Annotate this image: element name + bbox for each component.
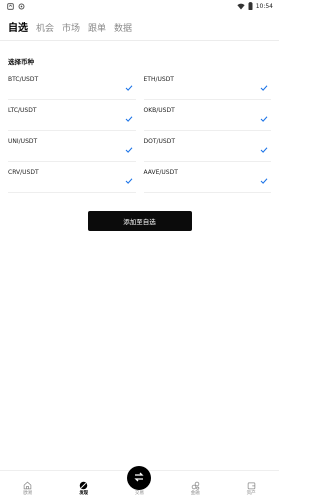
checkmark-icon	[125, 178, 133, 184]
coin-label: CRV/USDT	[8, 168, 39, 176]
coin-label: DOT/USDT	[143, 137, 176, 145]
coin-label: AAVE/USDT	[143, 168, 178, 176]
nav-label: 交易	[134, 490, 144, 496]
tab-watchlist[interactable]: 自选	[8, 24, 28, 34]
coin-label: OKB/USDT	[143, 106, 175, 114]
checkmark-icon	[125, 147, 133, 153]
bottom-nav: 欧易 发现 交易 金融 资产	[0, 465, 279, 500]
status-time: 10:54	[255, 2, 273, 10]
debug-icon	[18, 3, 25, 10]
finance-icon	[191, 481, 200, 492]
coin-option-aave[interactable]: AAVE/USDT	[143, 162, 271, 193]
checkmark-icon	[125, 85, 133, 91]
coin-option-uni[interactable]: UNI/USDT	[8, 131, 136, 162]
coin-option-crv[interactable]: CRV/USDT	[8, 162, 136, 193]
status-bar: 10:54	[0, 0, 279, 12]
checkmark-icon	[125, 116, 133, 122]
home-icon	[23, 481, 32, 492]
top-tabs: 自选 机会 市场 跟单 数据	[0, 12, 279, 34]
wifi-icon	[237, 3, 245, 10]
nav-item-home[interactable]: 欧易	[0, 481, 55, 497]
coin-grid: BTC/USDT ETH/USDT LTC/USDT OKB/USDT UNI/…	[0, 69, 279, 193]
coin-label: LTC/USDT	[8, 106, 37, 114]
status-right: 10:54	[237, 2, 273, 10]
nav-label: 金融	[190, 490, 200, 496]
checkmark-icon	[260, 147, 268, 153]
add-button-wrap: 添加至自选	[0, 211, 279, 231]
nav-label: 欧易	[23, 490, 33, 496]
battery-icon	[248, 2, 253, 10]
notification-icon	[7, 2, 14, 10]
nav-label: 资产	[246, 490, 256, 496]
coin-option-btc[interactable]: BTC/USDT	[8, 69, 136, 100]
coin-label: ETH/USDT	[143, 75, 174, 83]
nav-item-trade[interactable]: 交易	[112, 465, 167, 497]
tab-opportunity[interactable]: 机会	[36, 25, 54, 34]
checkmark-icon	[260, 85, 268, 91]
checkmark-icon	[260, 178, 268, 184]
nav-item-discover[interactable]: 发现	[56, 481, 111, 497]
coin-option-okb[interactable]: OKB/USDT	[143, 100, 271, 131]
tab-market[interactable]: 市场	[62, 25, 80, 34]
nav-item-assets[interactable]: 资产	[224, 481, 279, 497]
coin-option-ltc[interactable]: LTC/USDT	[8, 100, 136, 131]
coin-label: BTC/USDT	[8, 75, 39, 83]
nav-label: 发现	[79, 490, 89, 496]
add-to-watchlist-button[interactable]: 添加至自选	[87, 211, 192, 231]
section-title: 选择币种	[8, 58, 34, 66]
wallet-icon	[247, 481, 256, 492]
coin-option-eth[interactable]: ETH/USDT	[143, 69, 271, 100]
discover-icon	[79, 481, 88, 492]
checkmark-icon	[260, 116, 268, 122]
coin-option-dot[interactable]: DOT/USDT	[143, 131, 271, 162]
tab-copy-trading[interactable]: 跟单	[88, 25, 106, 34]
coin-label: UNI/USDT	[8, 137, 38, 145]
trade-swap-icon	[127, 465, 152, 490]
tab-data[interactable]: 数据	[114, 25, 132, 34]
status-left	[7, 2, 25, 10]
nav-item-finance[interactable]: 金融	[168, 481, 223, 497]
